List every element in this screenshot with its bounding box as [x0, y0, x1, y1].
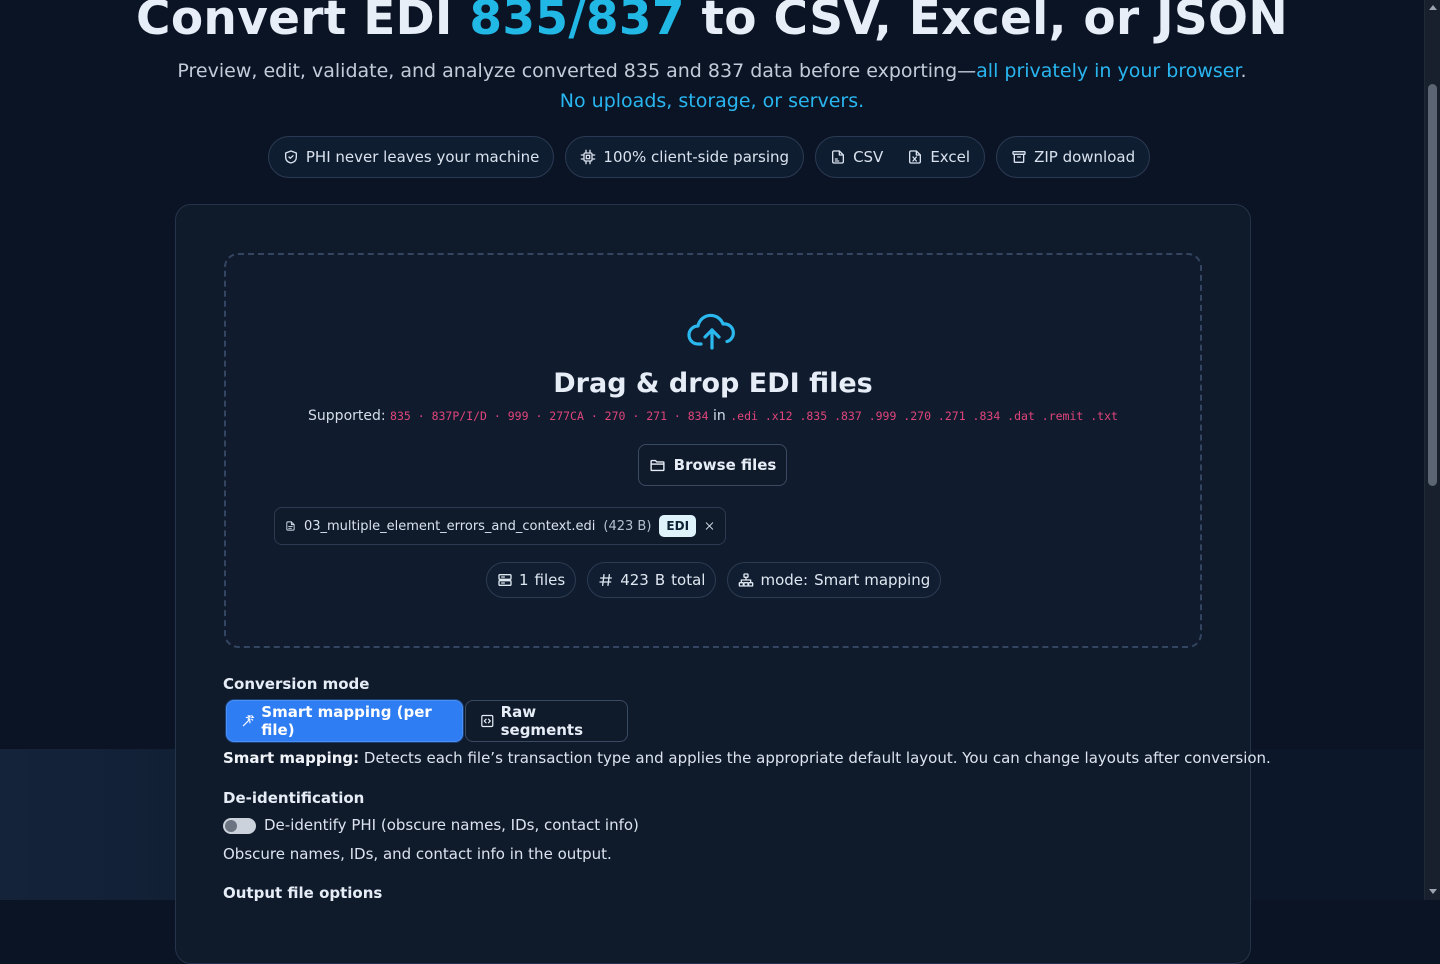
- stat-total-unit: B: [654, 571, 666, 589]
- desc-bold: Smart mapping:: [223, 749, 360, 767]
- stat-total-size: 423: [620, 571, 649, 589]
- page-scrollbar[interactable]: [1424, 0, 1440, 900]
- chip-excel-label: Excel: [930, 148, 971, 166]
- stat-mode-label: mode:: [760, 571, 809, 589]
- toggle-knob: [225, 820, 237, 832]
- title-accent: 835/837: [469, 0, 685, 46]
- archive-icon: [1012, 151, 1026, 163]
- browse-files-button[interactable]: Browse files: [638, 444, 787, 486]
- stat-files-count: 1: [519, 571, 529, 589]
- supported-transaction-types: 835 · 837P/I/D · 999 · 277CA · 270 · 271…: [390, 409, 709, 423]
- subtitle-highlight-privacy: all privately in your browser: [976, 60, 1241, 82]
- sitemap-icon: [739, 573, 754, 587]
- subtitle-highlight-no-uploads: No uploads, storage, or servers.: [559, 90, 865, 112]
- deid-toggle[interactable]: [223, 818, 256, 834]
- deid-toggle-label[interactable]: De-identify PHI (obscure names, IDs, con…: [264, 816, 639, 834]
- page-subtitle: Preview, edit, validate, and analyze con…: [0, 56, 1424, 116]
- selected-file-chip: 03_multiple_element_errors_and_context.e…: [274, 507, 726, 545]
- scroll-up-arrow-icon[interactable]: [1429, 5, 1437, 10]
- desc-text: Detects each file’s transaction type and…: [359, 749, 1271, 767]
- file-csv-icon: [832, 150, 845, 164]
- page-title: Convert EDI 835/837 to CSV, Excel, or JS…: [0, 0, 1424, 50]
- stat-total-label: total: [671, 571, 706, 589]
- code-box-icon: [481, 714, 494, 728]
- hash-icon: [599, 574, 613, 586]
- conversion-mode-heading: Conversion mode: [223, 675, 370, 693]
- title-post: to CSV, Excel, or JSON: [684, 0, 1288, 46]
- deid-description: Obscure names, IDs, and contact info in …: [223, 845, 612, 863]
- file-type-badge: EDI: [659, 515, 697, 537]
- chip-phi: PHI never leaves your machine: [267, 136, 555, 178]
- deid-heading: De-identification: [223, 789, 365, 807]
- feature-chips: PHI never leaves your machine 100% clien…: [0, 136, 1418, 178]
- file-stats: 1 files 423 B total mode: Smart mapping: [486, 562, 942, 598]
- stat-mode-value: Smart mapping: [814, 571, 931, 589]
- supported-formats: Supported: 835 · 837P/I/D · 999 · 277CA …: [224, 408, 1202, 424]
- file-excel-icon: [909, 150, 922, 164]
- stat-total: 423 B total: [587, 562, 717, 598]
- conversion-mode-description: Smart mapping: Detects each file’s trans…: [223, 749, 1271, 767]
- chip-zip-label: ZIP download: [1034, 148, 1136, 166]
- supported-in-word: in: [713, 408, 726, 424]
- stat-files: 1 files: [486, 562, 577, 598]
- output-options-heading: Output file options: [223, 884, 383, 902]
- shield-check-icon: [284, 150, 297, 164]
- chip-formats: CSV Excel: [815, 136, 986, 178]
- folder-icon: [650, 459, 665, 471]
- smart-mapping-label: Smart mapping (per file): [261, 703, 432, 739]
- file-name: 03_multiple_element_errors_and_context.e…: [303, 518, 596, 534]
- cloud-upload-icon: [687, 313, 735, 350]
- title-pre: Convert EDI: [136, 0, 470, 46]
- chip-client-side-label: 100% client-side parsing: [603, 148, 790, 166]
- subtitle-plain: Preview, edit, validate, and analyze con…: [177, 60, 977, 82]
- stat-files-label: files: [534, 571, 566, 589]
- raw-segments-button[interactable]: Raw segments: [465, 700, 628, 742]
- scroll-down-arrow-icon[interactable]: [1429, 889, 1437, 894]
- chip-zip: ZIP download: [996, 136, 1151, 178]
- file-icon: [286, 521, 295, 531]
- stat-mode: mode: Smart mapping: [727, 562, 942, 598]
- file-size: (423 B): [603, 518, 652, 534]
- dropzone-title: Drag & drop EDI files: [553, 368, 873, 399]
- scrollbar-thumb[interactable]: [1428, 84, 1437, 486]
- subtitle-period: .: [1240, 60, 1247, 82]
- supported-extensions: .edi .x12 .835 .837 .999 .270 .271 .834 …: [730, 409, 1118, 423]
- smart-mapping-button[interactable]: Smart mapping (per file): [226, 700, 463, 742]
- close-icon[interactable]: [704, 518, 715, 534]
- server-icon: [498, 574, 512, 586]
- raw-segments-label: Raw segments: [500, 703, 584, 739]
- chip-phi-label: PHI never leaves your machine: [305, 148, 540, 166]
- cpu-icon: [581, 149, 596, 165]
- magic-wand-icon: [242, 715, 255, 727]
- chip-csv-label: CSV: [853, 148, 884, 166]
- chip-client-side: 100% client-side parsing: [565, 136, 805, 178]
- browse-files-label: Browse files: [673, 456, 777, 474]
- supported-label: Supported:: [308, 408, 386, 424]
